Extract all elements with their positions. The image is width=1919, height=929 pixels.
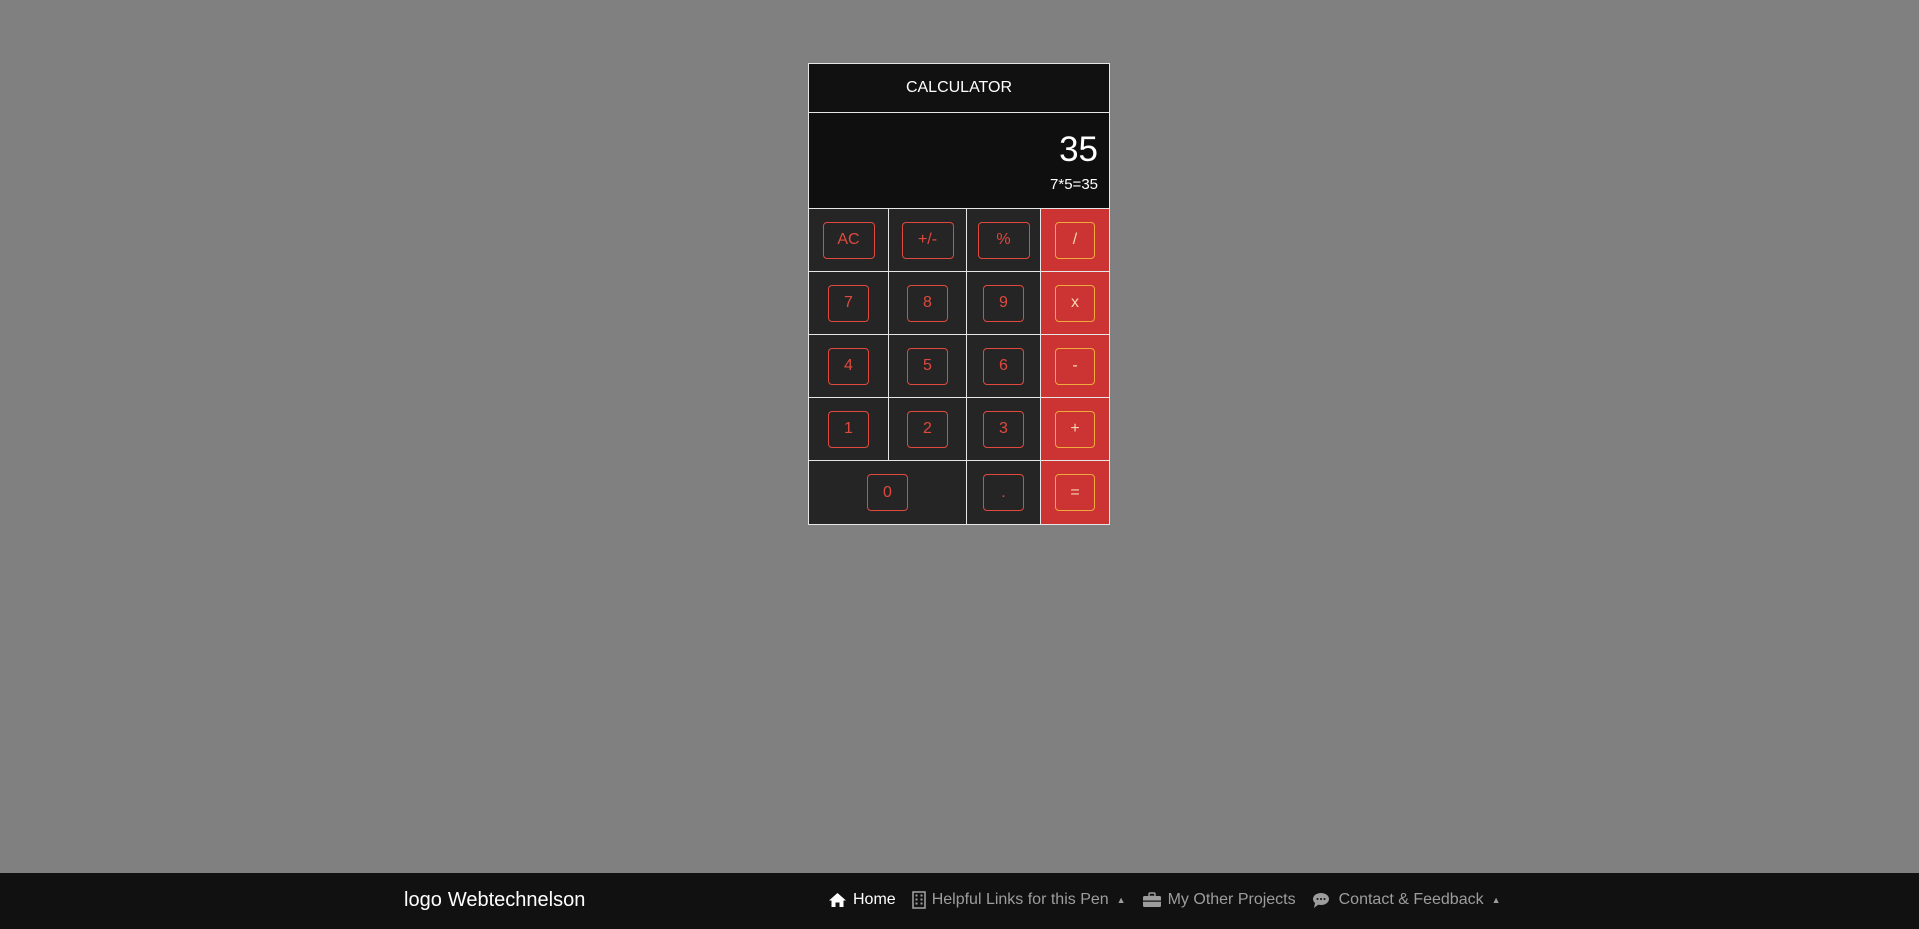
key-cell: % — [967, 209, 1041, 272]
key-0-button[interactable]: 0 — [867, 474, 908, 511]
display-expression: 7*5=35 — [1050, 176, 1098, 193]
key-6-button[interactable]: 6 — [983, 347, 1024, 385]
key-cell: 4 — [809, 335, 889, 398]
key-subtract-button[interactable]: - — [1055, 347, 1095, 385]
nav-item-label: Contact & Feedback — [1338, 891, 1484, 908]
key-clear-button[interactable]: AC — [822, 221, 875, 259]
nav-item-label: Home — [853, 891, 896, 908]
key-cell: 2 — [889, 398, 967, 461]
key-cell: - — [1041, 335, 1109, 398]
building-icon — [911, 891, 926, 909]
key-1-button[interactable]: 1 — [828, 410, 869, 448]
key-5-button[interactable]: 5 — [907, 347, 948, 385]
caret-up-icon: ▲ — [1116, 895, 1126, 905]
key-cell: 5 — [889, 335, 967, 398]
key-cell: 6 — [967, 335, 1041, 398]
nav-item-label: Helpful Links for this Pen — [931, 891, 1109, 908]
key-percent-button[interactable]: % — [977, 221, 1030, 259]
key-cell: 1 — [809, 398, 889, 461]
key-7-button[interactable]: 7 — [828, 284, 869, 322]
keypad: AC +/- % / 7 8 9 x 4 5 6 - 1 2 3 + 0 . = — [809, 209, 1109, 524]
briefcase-icon — [1142, 892, 1162, 908]
brand-logo: logo — [404, 889, 442, 911]
brand[interactable]: logo Webtechnelson — [404, 889, 585, 912]
key-cell: 0 — [809, 461, 967, 524]
key-cell: 8 — [889, 272, 967, 335]
calculator: CALCULATOR 35 7*5=35 AC +/- % / 7 8 9 x — [808, 63, 1110, 525]
footer-nav: Home Helpful Links for this Pen ▲ My Oth… — [828, 891, 1501, 909]
key-cell: x — [1041, 272, 1109, 335]
key-3-button[interactable]: 3 — [983, 410, 1024, 448]
footer-bar: logo Webtechnelson Home Helpful Links fo… — [0, 873, 1919, 929]
nav-item-other-projects[interactable]: My Other Projects — [1142, 891, 1296, 909]
key-multiply-button[interactable]: x — [1055, 284, 1095, 322]
display-result: 35 — [1059, 130, 1098, 169]
nav-item-helpful-links[interactable]: Helpful Links for this Pen ▲ — [911, 891, 1126, 909]
nav-item-contact-feedback[interactable]: Contact & Feedback ▲ — [1312, 891, 1501, 909]
key-8-button[interactable]: 8 — [907, 284, 948, 322]
key-negate-button[interactable]: +/- — [901, 221, 954, 259]
caret-up-icon: ▲ — [1491, 895, 1501, 905]
key-cell: 7 — [809, 272, 889, 335]
key-cell: +/- — [889, 209, 967, 272]
key-cell: 9 — [967, 272, 1041, 335]
key-4-button[interactable]: 4 — [828, 347, 869, 385]
key-equals-button[interactable]: = — [1055, 474, 1095, 511]
brand-name: Webtechnelson — [447, 889, 586, 911]
key-cell: 3 — [967, 398, 1041, 461]
nav-item-home[interactable]: Home — [828, 891, 896, 909]
calculator-title: CALCULATOR — [809, 64, 1109, 113]
home-icon — [828, 892, 847, 908]
key-2-button[interactable]: 2 — [907, 410, 948, 448]
key-cell: + — [1041, 398, 1109, 461]
key-divide-button[interactable]: / — [1055, 221, 1095, 259]
key-cell: . — [967, 461, 1041, 524]
key-cell: / — [1041, 209, 1109, 272]
calculator-display: 35 7*5=35 — [809, 113, 1109, 209]
key-decimal-button[interactable]: . — [983, 474, 1024, 511]
key-cell: AC — [809, 209, 889, 272]
chat-bubbles-icon — [1312, 892, 1333, 909]
key-add-button[interactable]: + — [1055, 410, 1095, 448]
nav-item-label: My Other Projects — [1167, 891, 1296, 908]
key-cell: = — [1041, 461, 1109, 524]
key-9-button[interactable]: 9 — [983, 284, 1024, 322]
